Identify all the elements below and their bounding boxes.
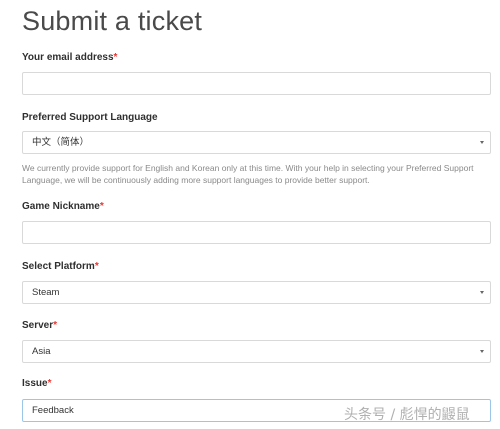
email-field[interactable] — [22, 72, 491, 95]
server-label-text: Server — [22, 320, 54, 331]
required-asterisk: * — [53, 320, 58, 331]
language-label: Preferred Support Language — [22, 112, 158, 123]
nickname-label: Game Nickname* — [22, 201, 104, 212]
required-asterisk: * — [113, 52, 118, 63]
email-label: Your email address* — [22, 52, 117, 63]
submit-ticket-page: Submit a ticket Your email address* Pref… — [0, 0, 500, 429]
chevron-down-icon — [480, 350, 484, 353]
language-select[interactable]: 中文（简体） — [22, 131, 491, 154]
server-select[interactable]: Asia — [22, 340, 491, 363]
platform-selected-value: Steam — [32, 287, 60, 298]
language-label-text: Preferred Support Language — [22, 112, 158, 123]
issue-label-text: Issue — [22, 378, 48, 389]
issue-selected-value: Feedback — [32, 405, 74, 416]
server-selected-value: Asia — [32, 346, 51, 357]
server-label: Server* — [22, 320, 57, 331]
language-selected-value: 中文（简体） — [32, 137, 90, 148]
platform-select[interactable]: Steam — [22, 281, 491, 304]
watermark-text: 头条号 / 彪悍的鼹鼠 — [344, 407, 470, 423]
issue-label: Issue* — [22, 378, 51, 389]
required-asterisk: * — [47, 378, 52, 389]
required-asterisk: * — [99, 201, 104, 212]
chevron-down-icon — [480, 141, 484, 144]
page-title: Submit a ticket — [22, 6, 203, 36]
nickname-field[interactable] — [22, 221, 491, 244]
chevron-down-icon — [480, 291, 484, 294]
email-label-text: Your email address — [22, 52, 114, 63]
required-asterisk: * — [94, 261, 99, 272]
platform-label-text: Select Platform — [22, 261, 95, 272]
platform-label: Select Platform* — [22, 261, 99, 272]
nickname-label-text: Game Nickname — [22, 201, 100, 212]
language-help-text: We currently provide support for English… — [22, 163, 474, 185]
